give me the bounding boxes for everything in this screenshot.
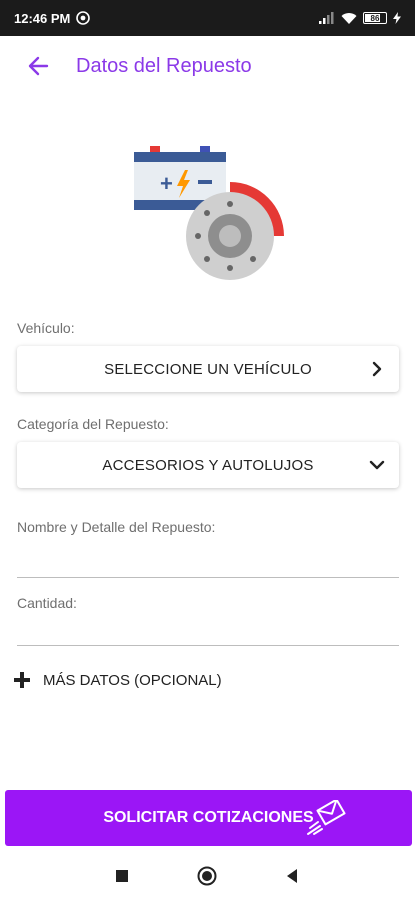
- status-left: 12:46 PM: [14, 10, 91, 26]
- name-detail-input[interactable]: [17, 532, 399, 578]
- recent-apps-button[interactable]: [110, 864, 134, 888]
- battery-and-brake-disc-illustration: +: [134, 146, 284, 280]
- notification-icon: [76, 11, 91, 25]
- battery-level: 86: [370, 13, 380, 23]
- category-select[interactable]: ACCESORIOS Y AUTOLUJOS: [17, 442, 399, 488]
- svg-text:+: +: [160, 171, 173, 196]
- system-navigation-bar: [0, 852, 415, 900]
- app-bar: Datos del Repuesto: [0, 36, 415, 96]
- category-select-value: ACCESORIOS Y AUTOLUJOS: [102, 456, 314, 474]
- vehicle-select[interactable]: SELECCIONE UN VEHÍCULO: [17, 346, 399, 392]
- request-quotes-button[interactable]: SOLICITAR COTIZACIONES: [5, 790, 412, 846]
- status-right: 86: [319, 12, 401, 25]
- page-title: Datos del Repuesto: [76, 54, 252, 77]
- category-label: Categoría del Repuesto:: [17, 416, 169, 432]
- vehicle-select-value: SELECCIONE UN VEHÍCULO: [104, 360, 312, 378]
- send-mail-icon: [307, 800, 346, 835]
- charging-icon: [393, 12, 401, 24]
- status-bar: 12:46 PM 86: [0, 0, 415, 36]
- back-button[interactable]: [10, 38, 66, 94]
- home-button[interactable]: [195, 864, 219, 888]
- quantity-input[interactable]: [17, 600, 399, 646]
- vehicle-label: Vehículo:: [17, 320, 75, 336]
- app-screen: 12:46 PM 86 Datos del Repuesto + Vehícul…: [0, 0, 415, 900]
- back-nav-button[interactable]: [280, 864, 304, 888]
- request-quotes-label: SOLICITAR COTIZACIONES: [103, 809, 314, 826]
- wifi-icon: [341, 12, 357, 24]
- more-data-toggle[interactable]: MÁS DATOS (OPCIONAL): [13, 671, 222, 689]
- signal-icon: [319, 12, 334, 24]
- triangle-back-icon: [287, 869, 297, 883]
- chevron-right-icon: [372, 361, 382, 377]
- plus-icon: [13, 671, 31, 689]
- arrow-left-icon: [28, 56, 49, 76]
- battery-icon: 86: [363, 12, 387, 24]
- more-data-label: MÁS DATOS (OPCIONAL): [43, 671, 222, 689]
- square-icon: [116, 870, 128, 882]
- chevron-down-icon: [369, 460, 385, 470]
- status-time: 12:46 PM: [14, 10, 71, 26]
- circle-icon: [197, 866, 217, 886]
